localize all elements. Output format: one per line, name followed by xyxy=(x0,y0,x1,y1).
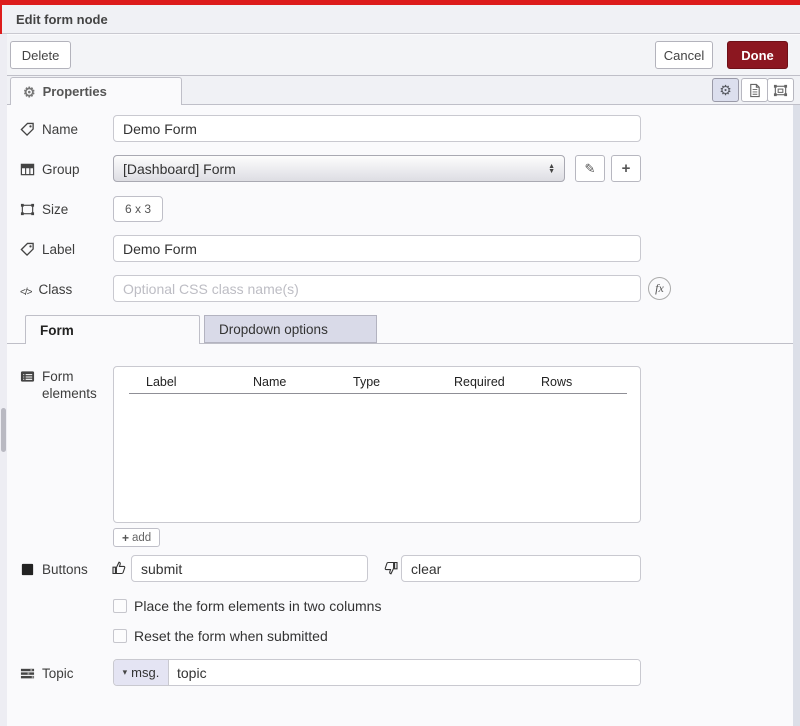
code-icon: </> xyxy=(20,284,31,301)
clear-button-text-input[interactable] xyxy=(401,555,641,582)
properties-icon-button[interactable]: ⚙ xyxy=(712,78,739,102)
gear-icon: ⚙ xyxy=(719,83,732,97)
left-scrollbar-thumb[interactable] xyxy=(1,408,6,452)
column-name: Name xyxy=(253,375,286,389)
column-rows: Rows xyxy=(541,375,572,389)
square-icon xyxy=(20,562,35,577)
size-field-label: Size xyxy=(20,201,108,218)
table-icon xyxy=(20,162,35,177)
edit-form-node-dialog: Edit form node Delete Cancel Done ⚙ Prop… xyxy=(0,0,800,726)
topic-input[interactable] xyxy=(169,660,640,685)
gear-icon: ⚙ xyxy=(23,85,36,99)
add-group-button[interactable]: + xyxy=(611,155,641,182)
reset-form-checkbox[interactable] xyxy=(113,629,127,643)
form-elements-field-label: Form elements xyxy=(20,368,108,402)
group-field-label: Group xyxy=(20,161,108,178)
tab-form[interactable]: Form xyxy=(25,315,200,344)
buttons-field-label: Buttons xyxy=(20,561,108,578)
dialog-title: Edit form node xyxy=(2,5,800,34)
label-field-label: Label xyxy=(20,241,108,258)
two-columns-checkbox-label: Place the form elements in two columns xyxy=(134,598,381,614)
add-element-button[interactable]: + add xyxy=(113,528,160,547)
delete-button[interactable]: Delete xyxy=(10,41,71,69)
topic-typed-input: ▾ msg. xyxy=(113,659,641,686)
group-select-value: [Dashboard] Form xyxy=(123,161,236,177)
fx-icon: fx xyxy=(655,281,664,296)
class-input[interactable] xyxy=(113,275,641,302)
reset-form-checkbox-label: Reset the form when submitted xyxy=(134,628,328,644)
plus-icon: + xyxy=(622,160,631,177)
size-button[interactable]: 6 x 3 xyxy=(113,196,163,222)
label-input[interactable] xyxy=(113,235,641,262)
expand-editor-button[interactable]: fx xyxy=(648,277,671,300)
edit-group-button[interactable]: ✎ xyxy=(575,155,605,182)
topic-field-label: Topic xyxy=(20,665,108,682)
left-scrollbar-track[interactable] xyxy=(0,34,7,726)
dialog-toolbar: Delete Cancel Done xyxy=(0,35,800,76)
object-group-icon xyxy=(20,202,35,217)
description-icon-button[interactable] xyxy=(741,78,768,102)
editor-tab-bar: ⚙ Properties ⚙ xyxy=(0,76,800,105)
object-group-icon xyxy=(773,83,788,98)
caret-down-icon: ▾ xyxy=(123,667,128,678)
appearance-icon-button[interactable] xyxy=(767,78,794,102)
tag-icon xyxy=(20,242,35,257)
pencil-icon: ✎ xyxy=(585,161,596,177)
class-field-label: </> Class xyxy=(20,281,108,301)
two-columns-checkbox[interactable] xyxy=(113,599,127,613)
submit-button-text-input[interactable] xyxy=(131,555,368,582)
column-required: Required xyxy=(454,375,505,389)
column-type: Type xyxy=(353,375,380,389)
name-input[interactable] xyxy=(113,115,641,142)
tasks-icon xyxy=(20,666,35,681)
form-elements-list[interactable]: Label Name Type Required Rows xyxy=(113,366,641,523)
list-alt-icon xyxy=(20,369,35,384)
thumbs-down-icon xyxy=(383,560,399,576)
tab-properties-label: Properties xyxy=(43,84,107,99)
topic-type-button[interactable]: ▾ msg. xyxy=(114,660,169,685)
tab-properties[interactable]: ⚙ Properties xyxy=(10,77,182,105)
tag-icon xyxy=(20,122,35,137)
cancel-button[interactable]: Cancel xyxy=(655,41,713,69)
column-label: Label xyxy=(146,375,177,389)
name-field-label: Name xyxy=(20,121,108,138)
document-icon xyxy=(747,83,762,98)
group-select[interactable]: [Dashboard] Form ▲▼ xyxy=(113,155,565,182)
topic-prefix-label: msg. xyxy=(131,665,159,680)
select-sort-icon: ▲▼ xyxy=(548,164,555,174)
window-right-edge xyxy=(793,105,800,726)
form-elements-header: Label Name Type Required Rows xyxy=(129,374,627,394)
plus-icon: + xyxy=(122,531,129,545)
tab-dropdown-options[interactable]: Dropdown options xyxy=(204,315,377,343)
thumbs-up-icon xyxy=(111,560,127,576)
done-button[interactable]: Done xyxy=(727,41,788,69)
